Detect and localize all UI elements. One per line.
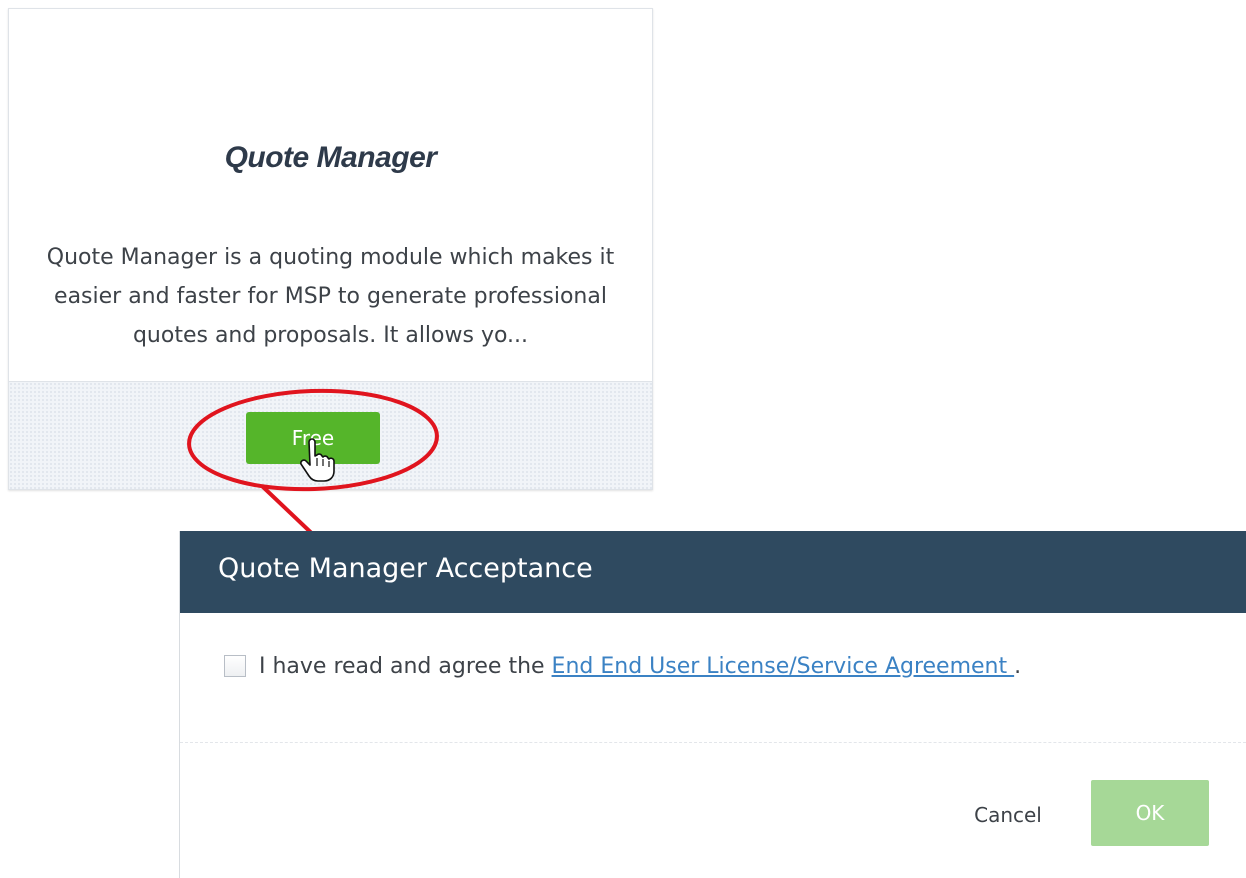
- hand-cursor-icon: [300, 438, 335, 482]
- agree-suffix-text: .: [1014, 653, 1022, 679]
- agree-checkbox[interactable]: [224, 655, 246, 677]
- cancel-button[interactable]: Cancel: [960, 793, 1056, 837]
- eula-link[interactable]: End End User License/Service Agreement: [552, 654, 1015, 679]
- dialog-title: Quote Manager Acceptance: [218, 553, 593, 584]
- ok-button[interactable]: OK: [1091, 780, 1209, 846]
- agreement-row: I have read and agree the End End User L…: [224, 651, 1021, 681]
- acceptance-dialog: Quote Manager Acceptance I have read and…: [179, 531, 1246, 878]
- dialog-header: Quote Manager Acceptance: [180, 531, 1246, 613]
- agree-prefix-text: I have read and agree the: [259, 653, 552, 679]
- dialog-divider: [180, 742, 1246, 743]
- screenshot-stage: Quote Manager Quote Manager is a quoting…: [0, 0, 1246, 878]
